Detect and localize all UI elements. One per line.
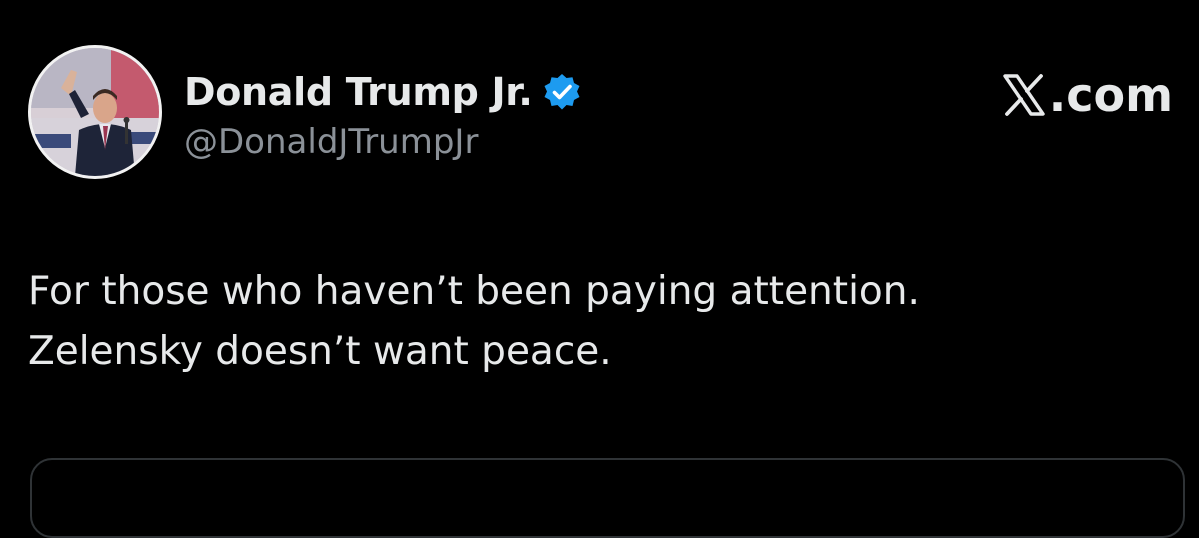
post: Donald Trump Jr. @DonaldJTrumpJr .com Fo… — [0, 0, 1199, 538]
post-text-line: Zelensky doesn’t want peace. — [28, 329, 612, 374]
author-handle[interactable]: @DonaldJTrumpJr — [184, 122, 478, 162]
brand-watermark: .com — [1001, 68, 1173, 122]
author-display-name[interactable]: Donald Trump Jr. — [184, 70, 533, 114]
verified-badge-icon — [542, 72, 582, 112]
post-text-line: For those who haven’t been paying attent… — [28, 269, 920, 314]
avatar-photo — [31, 48, 159, 176]
author-name-row: Donald Trump Jr. — [184, 66, 582, 118]
post-text: For those who haven’t been paying attent… — [28, 262, 1168, 382]
quoted-post-card[interactable] — [30, 458, 1185, 538]
brand-label: .com — [1048, 68, 1173, 122]
author-avatar[interactable] — [28, 45, 162, 179]
x-logo-icon — [1001, 72, 1047, 118]
